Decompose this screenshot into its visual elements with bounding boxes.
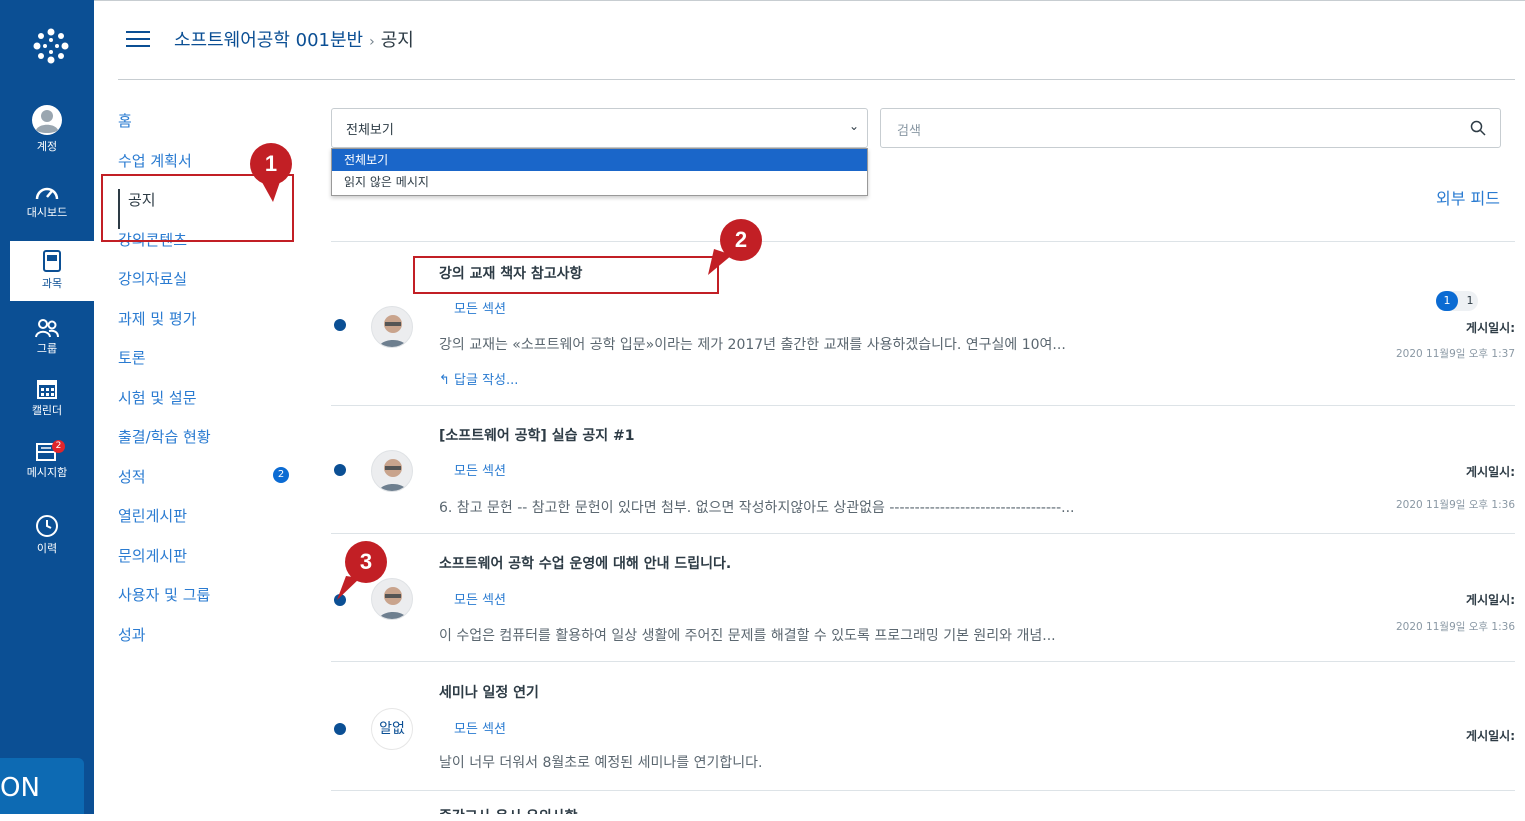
breadcrumb-current: 공지 — [380, 30, 414, 51]
unread-count: 1 — [1436, 291, 1458, 311]
filter-option-unread[interactable]: 읽지 않은 메시지 — [332, 171, 867, 193]
search-input[interactable]: 검색 — [880, 108, 1501, 148]
avatar — [371, 306, 413, 348]
announcement-section: 모든 섹션 — [454, 302, 506, 317]
announcement-title[interactable]: 세미나 일정 연기 — [439, 682, 539, 702]
book-icon — [43, 250, 61, 272]
reply-count-badge: 1 1 — [1436, 291, 1478, 311]
filter-option-all[interactable]: 전체보기 — [332, 149, 867, 171]
announcement-section: 모든 섹션 — [454, 722, 506, 737]
unread-indicator[interactable] — [334, 723, 346, 735]
rail-dashboard[interactable]: 대시보드 — [0, 182, 94, 242]
rail-groups[interactable]: 그룹 — [0, 318, 94, 378]
breadcrumb-separator: › — [369, 34, 375, 50]
posted-date: 2020 11월9일 오후 1:36 — [1396, 499, 1515, 511]
global-nav: 계정 대시보드 과목 그룹 캘린더 2 메시지함 이력 ON — [0, 0, 94, 814]
announcement-title[interactable]: 중간고사 응시 유의사항 — [439, 806, 578, 814]
announcement-section: 모든 섹션 — [454, 464, 506, 479]
course-nav-grades-label: 성적 — [118, 467, 146, 486]
unread-indicator[interactable] — [334, 464, 346, 476]
inbox-badge: 2 — [52, 440, 65, 453]
filter-select[interactable]: 전체보기 ⌄ — [331, 108, 868, 148]
course-nav-discussions[interactable]: 토론 — [118, 347, 298, 387]
announcement-preview: 날이 너무 더워서 8월초로 예정된 세미나를 연기합니다. — [439, 755, 763, 771]
announcement-preview: 강의 교재는 «소프트웨어 공학 입문»이라는 제가 2017년 출간한 교재를… — [439, 337, 1066, 353]
header-divider — [118, 79, 1515, 80]
posted-date: 2020 11월9일 오후 1:37 — [1396, 348, 1515, 360]
groups-icon — [35, 319, 59, 338]
rail-courses-label: 과목 — [41, 277, 63, 290]
external-feed-link[interactable]: 외부 피드 — [1400, 185, 1500, 209]
course-nav-assignments[interactable]: 과제 및 평가 — [118, 308, 298, 348]
announcement-title[interactable]: [소프트웨어 공학] 실습 공지 #1 — [439, 425, 634, 445]
rail-calendar[interactable]: 캘린더 — [0, 378, 94, 438]
course-nav-materials[interactable]: 강의자료실 — [118, 268, 298, 308]
breadcrumb-course-link[interactable]: 소프트웨어공학 001분반 — [174, 30, 363, 51]
avatar — [371, 450, 413, 492]
course-nav-people[interactable]: 사용자 및 그룹 — [118, 584, 298, 624]
reply-icon: ↰ — [439, 373, 455, 388]
reply-link[interactable]: ↰ 답글 작성... — [439, 369, 518, 388]
breadcrumb: 소프트웨어공학 001분반 › 공지 — [174, 26, 414, 52]
announcement-title[interactable]: 소프트웨어 공학 수업 운영에 대해 안내 드립니다. — [439, 553, 731, 573]
filter-selected-value: 전체보기 — [346, 123, 394, 138]
rail-courses[interactable]: 과목 — [10, 241, 94, 301]
posted-label: 게시일시: — [1466, 321, 1515, 335]
logo-icon[interactable] — [31, 26, 71, 66]
dashboard-icon — [35, 187, 59, 200]
announcement-item[interactable]: 중간고사 응시 유의사항 — [331, 790, 1515, 814]
callout-box-2 — [413, 256, 719, 294]
reply-label: 답글 작성... — [454, 373, 519, 388]
course-nav-inquiry-board[interactable]: 문의게시판 — [118, 545, 298, 585]
footer-tag: ON — [0, 758, 84, 814]
unread-indicator[interactable] — [334, 319, 346, 331]
callout-number-1: 1 — [250, 143, 292, 185]
search-placeholder: 검색 — [897, 124, 921, 139]
posted-label: 게시일시: — [1466, 465, 1515, 479]
account-icon — [32, 105, 62, 135]
callout-number-2: 2 — [720, 219, 762, 261]
announcement-preview: 6. 참고 문헌 -- 참고한 문헌이 있다면 첨부. 없으면 작성하지않아도 … — [439, 500, 1075, 516]
rail-inbox-label: 메시지함 — [26, 466, 68, 479]
filter-dropdown: 전체보기 읽지 않은 메시지 — [331, 148, 868, 196]
callout-number-3: 3 — [345, 541, 387, 583]
avatar: 알없 — [371, 708, 413, 750]
rail-account-label: 계정 — [36, 140, 58, 153]
hamburger-menu-icon[interactable] — [126, 31, 150, 47]
course-nav-attendance[interactable]: 출결/학습 현황 — [118, 426, 298, 466]
header-top-border — [94, 0, 1525, 1]
course-nav-outcomes[interactable]: 성과 — [118, 624, 298, 664]
total-count: 1 — [1466, 294, 1474, 307]
course-nav-open-board[interactable]: 열린게시판 — [118, 505, 298, 545]
announcement-preview: 이 수업은 컴퓨터를 활용하여 일상 생활에 주어진 문제를 해결할 수 있도록… — [439, 628, 1056, 644]
announcement-section: 모든 섹션 — [454, 593, 506, 608]
rail-history-label: 이력 — [36, 542, 58, 555]
search-icon[interactable] — [1470, 120, 1486, 136]
page-header: 소프트웨어공학 001분반 › 공지 — [94, 0, 1525, 80]
chevron-down-icon: ⌄ — [848, 119, 859, 133]
rail-account[interactable]: 계정 — [0, 104, 94, 164]
rail-groups-label: 그룹 — [36, 342, 58, 355]
clock-icon — [36, 515, 58, 537]
posted-label: 게시일시: — [1466, 729, 1515, 743]
posted-label: 게시일시: — [1466, 593, 1515, 607]
course-nav-grades[interactable]: 성적 2 — [118, 466, 298, 506]
course-nav-quizzes[interactable]: 시험 및 설문 — [118, 387, 298, 427]
calendar-icon — [37, 380, 57, 399]
rail-calendar-label: 캘린더 — [31, 404, 63, 417]
rail-inbox[interactable]: 2 메시지함 — [0, 440, 94, 500]
posted-date: 2020 11월9일 오후 1:36 — [1396, 621, 1515, 633]
rail-history[interactable]: 이력 — [0, 514, 94, 574]
grades-badge: 2 — [273, 466, 289, 483]
rail-dashboard-label: 대시보드 — [26, 206, 68, 219]
